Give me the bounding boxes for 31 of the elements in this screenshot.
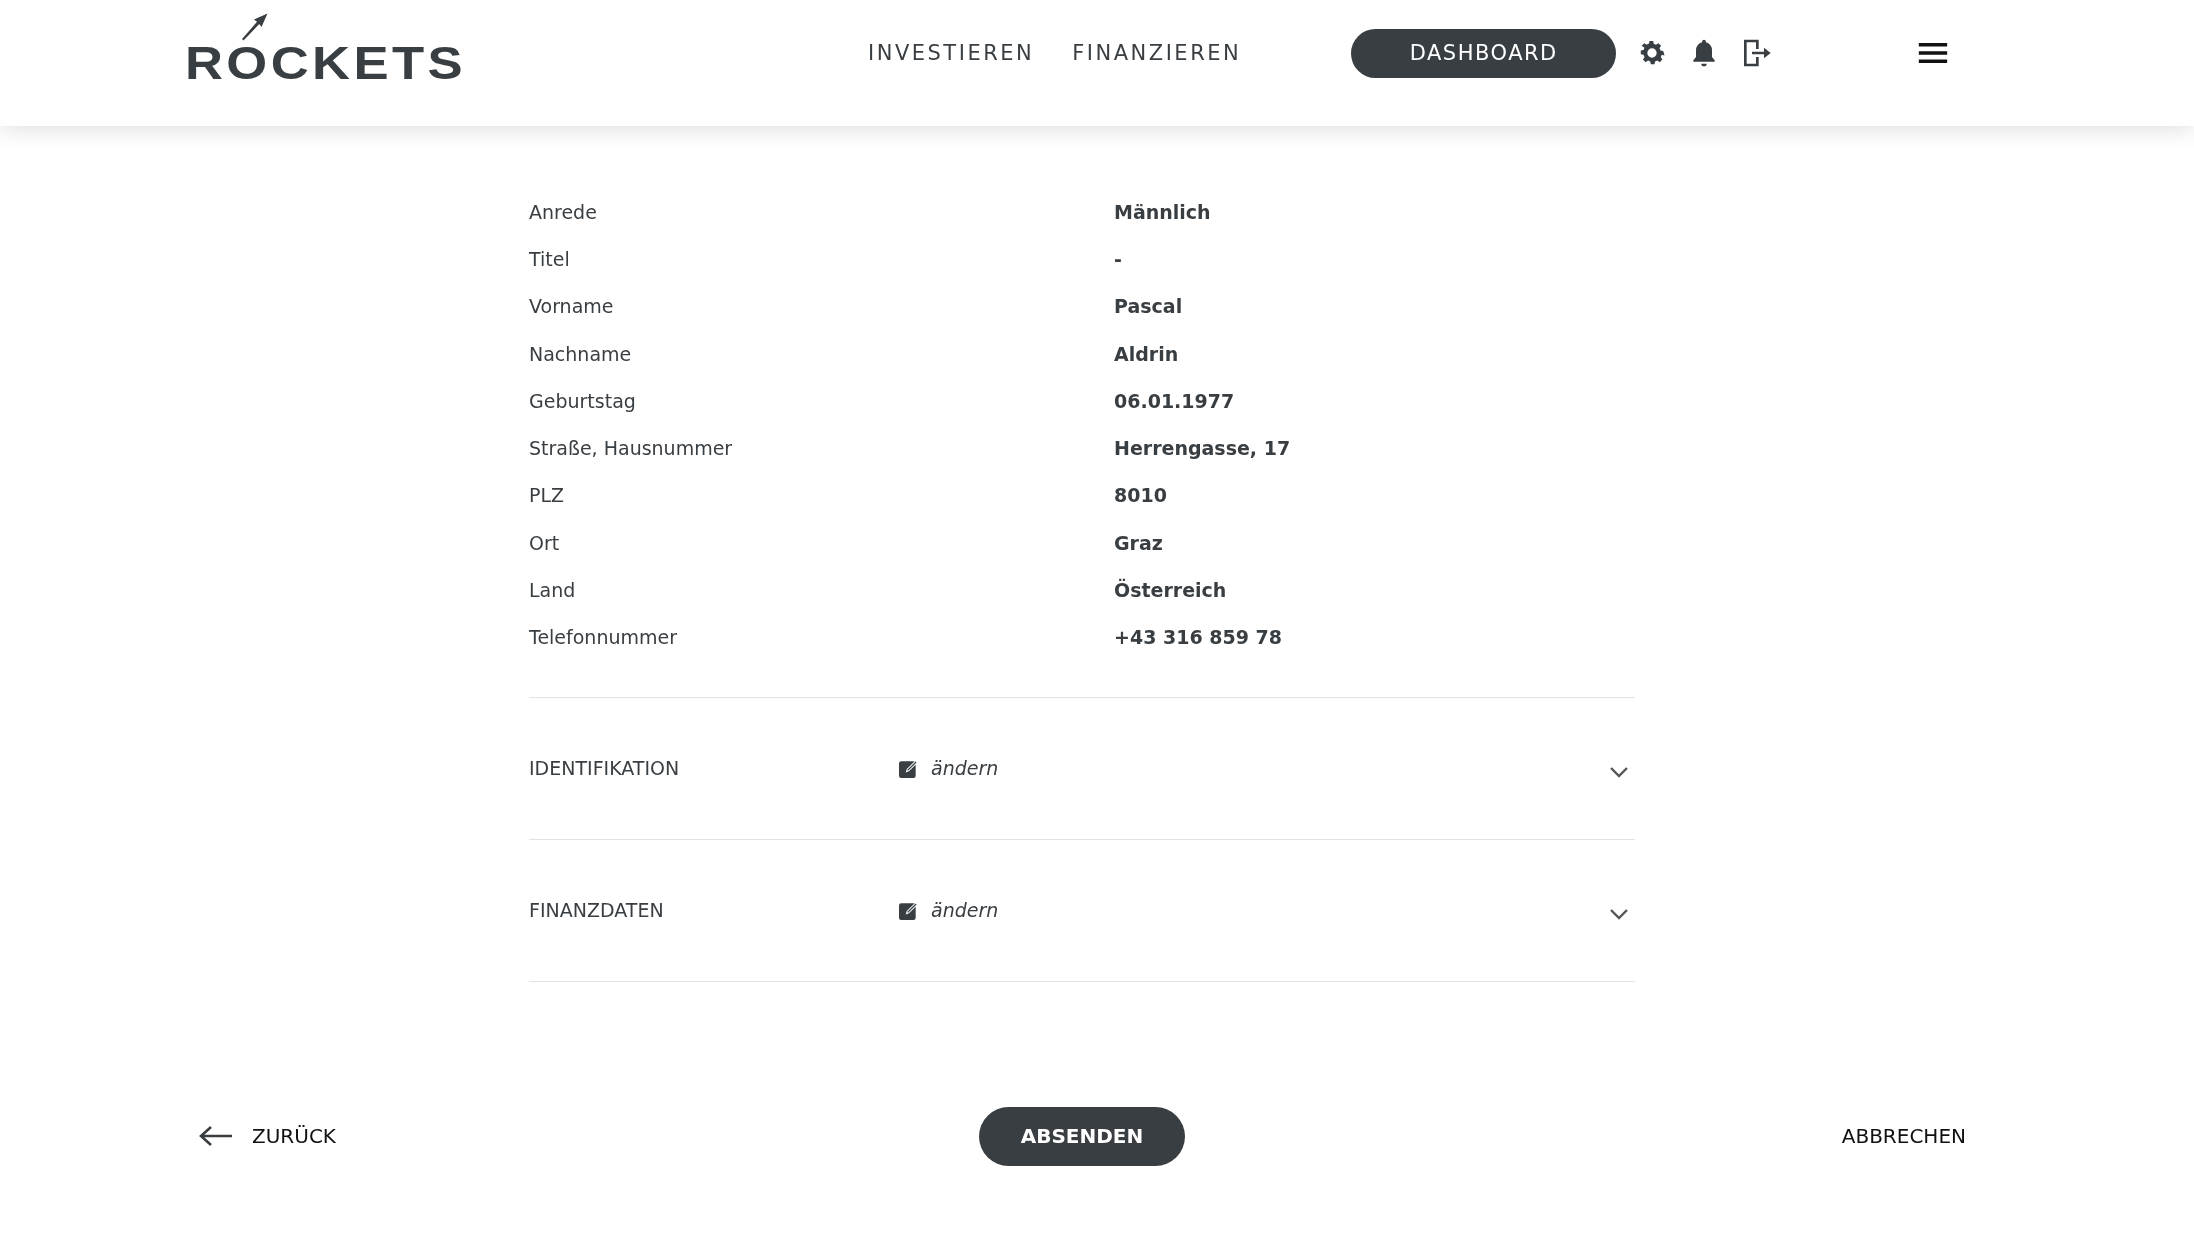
submit-button[interactable]: ABSENDEN: [979, 1106, 1185, 1166]
nav-link[interactable]: FINANZIEREN: [1072, 41, 1242, 65]
field-value: Aldrin: [1114, 342, 1179, 365]
field-value: -: [1114, 247, 1122, 270]
field-value: 8010: [1114, 484, 1167, 507]
logo[interactable]: ROCKETS: [185, 38, 466, 88]
field-label: Nachname: [529, 342, 633, 365]
field-value: Herrengasse, 17: [1114, 437, 1291, 460]
section-title: IDENTIFIKATION: [529, 757, 681, 780]
field-label: Telefonnummer: [529, 626, 678, 649]
field-label: Anrede: [529, 200, 598, 223]
cancel-link[interactable]: ABBRECHEN: [1706, 1124, 1966, 1149]
dashboard-button[interactable]: DASHBOARD: [1351, 28, 1617, 78]
field-label: Geburtstag: [529, 389, 637, 412]
nav-link[interactable]: INVESTIEREN: [868, 41, 1035, 65]
field-value: Österreich: [1114, 579, 1227, 601]
edit-link[interactable]: ändern: [899, 899, 999, 922]
field-value: Pascal: [1114, 295, 1183, 318]
edit-link[interactable]: ändern: [899, 757, 999, 780]
field-label: Straße, Hausnummer: [529, 437, 734, 460]
field-label: Land: [529, 579, 577, 601]
field-label: Vorname: [529, 295, 615, 318]
field-value: Männlich: [1114, 200, 1211, 223]
back-link[interactable]: ZURÜCK: [198, 1124, 458, 1149]
field-label: Ort: [529, 531, 561, 554]
field-value: +43 316 859 78: [1114, 626, 1282, 649]
section-title: FINANZDATEN: [529, 899, 665, 922]
field-value: Graz: [1114, 531, 1163, 554]
field-label: PLZ: [529, 484, 566, 507]
field-value: 06.01.1977: [1114, 389, 1235, 412]
field-label: Titel: [529, 247, 571, 270]
